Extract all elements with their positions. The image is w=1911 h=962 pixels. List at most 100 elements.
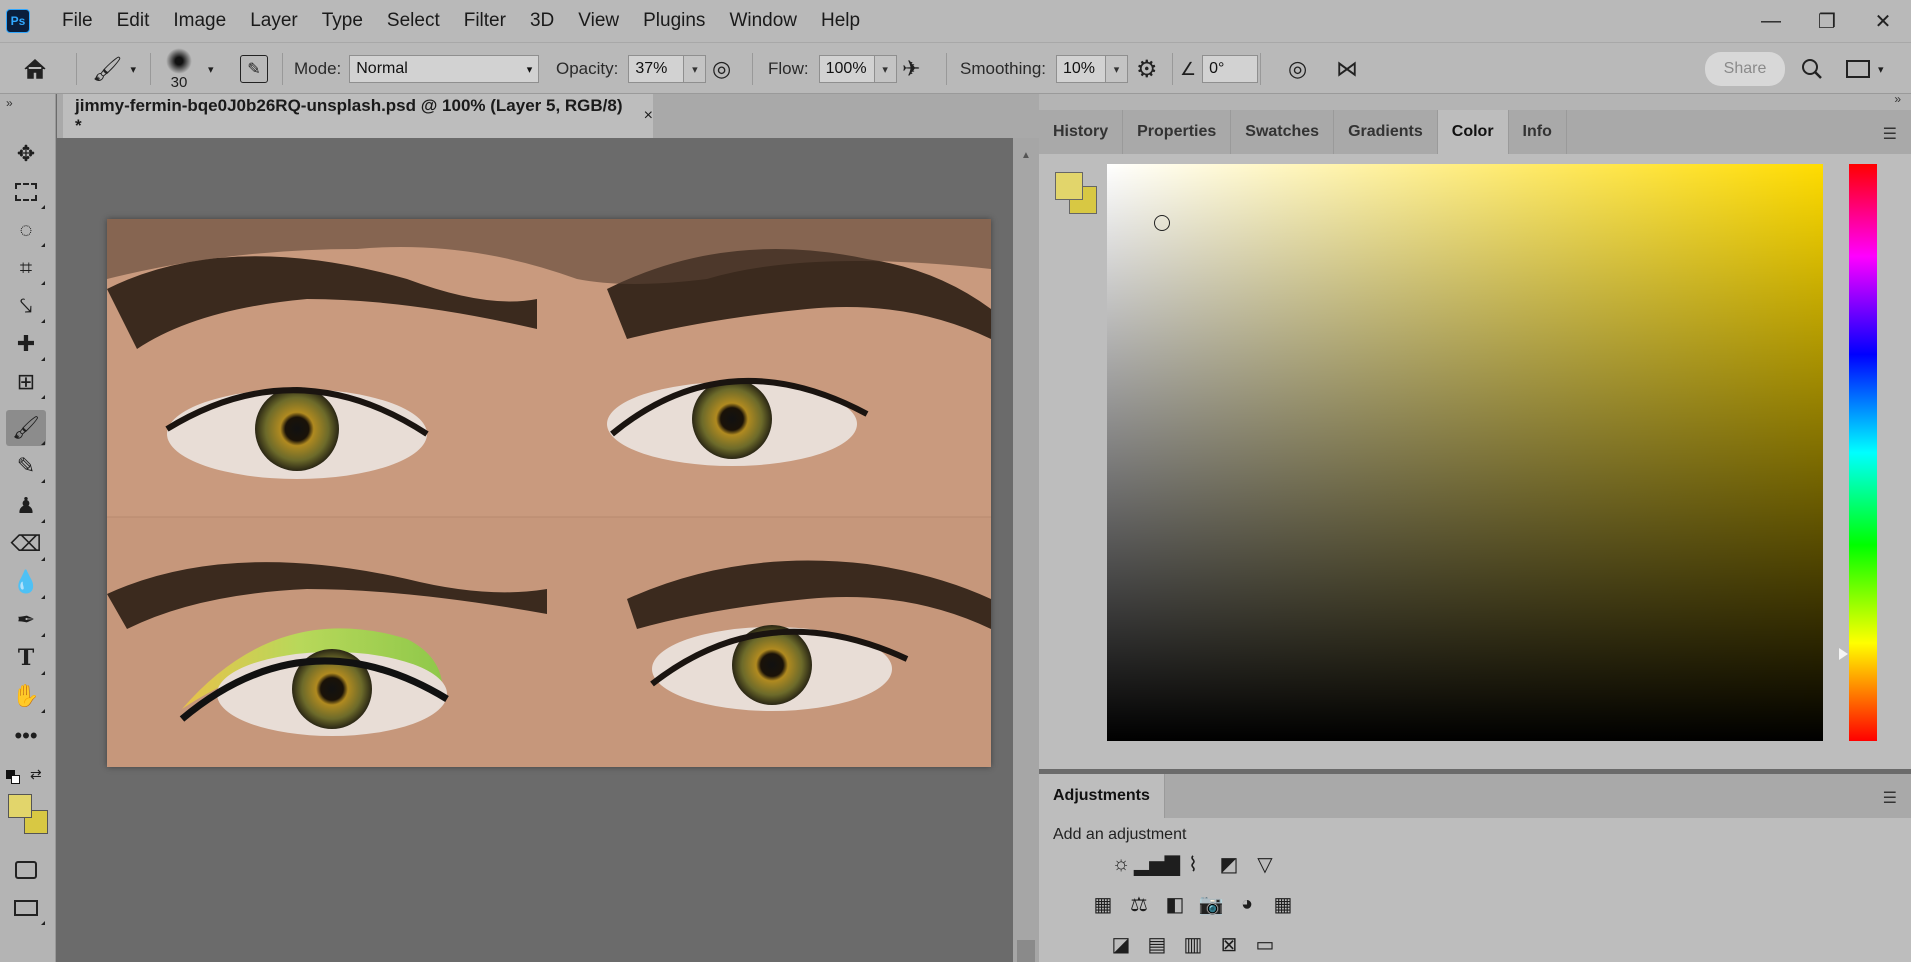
menu-file[interactable]: File (50, 0, 105, 42)
menu-layer[interactable]: Layer (238, 0, 310, 42)
collapse-toolbar-icon[interactable]: » (6, 96, 13, 110)
menu-3d[interactable]: 3D (518, 0, 566, 42)
photo-filter-icon[interactable]: 📷 (1197, 890, 1225, 918)
mixer-brush-tool[interactable]: ✎ (6, 448, 46, 484)
menu-help[interactable]: Help (809, 0, 872, 42)
vertical-scrollbar[interactable]: ▲ (1013, 138, 1039, 962)
saturation-brightness-field[interactable] (1107, 164, 1823, 741)
color-picker-cursor[interactable] (1154, 215, 1170, 231)
exposure-icon[interactable]: ◩ (1215, 850, 1243, 878)
black-white-icon[interactable]: ◧ (1161, 890, 1189, 918)
marquee-tool[interactable] (6, 174, 46, 210)
levels-icon[interactable]: ▂▅▇ (1134, 850, 1180, 878)
document-tab[interactable]: jimmy-fermin-bqe0J0b26RQ-unsplash.psd @ … (63, 94, 653, 138)
workspace-button[interactable]: ▾ (1846, 43, 1884, 95)
swap-colors-icon[interactable]: ⇄ (30, 766, 42, 783)
scroll-up-icon[interactable]: ▲ (1021, 150, 1031, 161)
pressure-opacity-toggle[interactable]: ◎ (712, 43, 731, 95)
vibrance-icon[interactable]: ▽ (1251, 850, 1279, 878)
airbrush-toggle[interactable]: ✈ (902, 43, 920, 95)
chevron-down-icon[interactable]: ▾ (208, 43, 214, 95)
restore-button[interactable]: ❐ (1799, 0, 1855, 42)
tab-info[interactable]: Info (1509, 110, 1567, 154)
close-document-icon[interactable]: × (644, 107, 653, 125)
gradient-map-icon[interactable]: ▭ (1251, 930, 1279, 958)
color-lookup-icon[interactable]: ▦ (1269, 890, 1297, 918)
tab-swatches[interactable]: Swatches (1231, 110, 1335, 154)
flow-dropdown[interactable]: ▾ (874, 55, 897, 83)
posterize-icon[interactable]: ▤ (1143, 930, 1171, 958)
panel-menu-icon[interactable]: ☰ (1883, 124, 1897, 144)
channel-mixer-icon[interactable]: ◕ (1233, 890, 1261, 918)
foreground-color-swatch[interactable] (1055, 172, 1083, 200)
pen-tool[interactable]: ✒ (6, 602, 46, 638)
quick-mask-button[interactable] (6, 852, 46, 888)
menu-edit[interactable]: Edit (105, 0, 162, 42)
selective-color-icon[interactable]: ⊠ (1215, 930, 1243, 958)
hue-marker-icon[interactable] (1839, 648, 1848, 660)
brush-tool[interactable]: 🖌 (6, 410, 46, 446)
menu-plugins[interactable]: Plugins (631, 0, 717, 42)
separator (1172, 53, 1173, 85)
opacity-input[interactable]: 37% (628, 55, 685, 83)
quick-select-tool[interactable]: ◌ (6, 212, 46, 248)
document-image[interactable] (107, 219, 991, 767)
curves-icon[interactable]: ⌇ (1179, 850, 1207, 878)
mode-select[interactable]: Normal ▾ (349, 55, 540, 83)
angle-input[interactable]: 0° (1202, 55, 1259, 83)
foreground-color-swatch[interactable] (8, 794, 32, 818)
tab-color[interactable]: Color (1437, 110, 1509, 154)
collapse-panels-icon[interactable]: » (1894, 92, 1901, 106)
gear-icon: ⚙ (1136, 55, 1158, 83)
minimize-button[interactable]: — (1743, 0, 1799, 42)
search-button[interactable] (1800, 43, 1824, 95)
pressure-size-toggle[interactable]: ◎ (1288, 43, 1307, 95)
invert-icon[interactable]: ◪ (1107, 930, 1135, 958)
tab-history[interactable]: History (1039, 110, 1124, 154)
crop-tool[interactable]: ⌗ (6, 250, 46, 286)
eraser-tool[interactable]: ⌫ (6, 526, 46, 562)
default-colors-button[interactable] (6, 770, 20, 784)
menu-image[interactable]: Image (161, 0, 238, 42)
brush-size-picker[interactable]: 30 (166, 43, 192, 95)
patch-tool[interactable]: ⊞ (6, 364, 46, 400)
tool-preset-picker[interactable]: 🖌 ▾ (92, 43, 136, 95)
type-tool[interactable]: T (6, 640, 46, 676)
menu-type[interactable]: Type (310, 0, 375, 42)
brightness-contrast-icon[interactable]: ☼ (1107, 850, 1135, 878)
hand-tool[interactable]: ✋ (6, 678, 46, 714)
smoothing-input[interactable]: 10% (1056, 55, 1106, 83)
symmetry-button[interactable]: ⋈ (1336, 43, 1358, 95)
flow-input[interactable]: 100% (818, 55, 875, 83)
eyedropper-tool[interactable]: ⤥ (6, 288, 46, 324)
menu-select[interactable]: Select (375, 0, 452, 42)
smoothing-dropdown[interactable]: ▾ (1106, 55, 1128, 83)
more-tools[interactable]: ••• (6, 718, 46, 754)
scrollbar-thumb[interactable] (1017, 940, 1035, 962)
screen-mode-button[interactable] (6, 890, 46, 926)
smoothing-label: Smoothing: (960, 59, 1046, 78)
move-tool[interactable]: ✥ (6, 136, 46, 172)
threshold-icon[interactable]: ▥ (1179, 930, 1207, 958)
color-balance-icon[interactable]: ⚖ (1125, 890, 1153, 918)
stamp-tool[interactable]: ♟ (6, 488, 46, 524)
tab-adjustments[interactable]: Adjustments (1039, 774, 1165, 818)
healing-tool[interactable]: ✚ (6, 326, 46, 362)
color-swatches[interactable] (8, 794, 52, 838)
hue-saturation-icon[interactable]: ▦ (1089, 890, 1117, 918)
smoothing-options-button[interactable]: ⚙ (1136, 43, 1158, 95)
hue-slider[interactable] (1849, 164, 1877, 741)
menu-view[interactable]: View (566, 0, 631, 42)
menu-window[interactable]: Window (717, 0, 809, 42)
menu-filter[interactable]: Filter (452, 0, 518, 42)
canvas-area[interactable] (57, 138, 1013, 962)
tab-properties[interactable]: Properties (1123, 110, 1232, 154)
home-button[interactable] (22, 43, 48, 95)
panel-menu-icon[interactable]: ☰ (1883, 788, 1897, 808)
blur-tool[interactable]: 💧 (6, 564, 46, 600)
tab-gradients[interactable]: Gradients (1334, 110, 1438, 154)
opacity-dropdown[interactable]: ▾ (684, 55, 707, 83)
share-button[interactable]: Share (1705, 52, 1785, 86)
close-window-button[interactable]: ✕ (1855, 0, 1911, 42)
brush-settings-toggle[interactable]: ✎ (240, 43, 268, 95)
